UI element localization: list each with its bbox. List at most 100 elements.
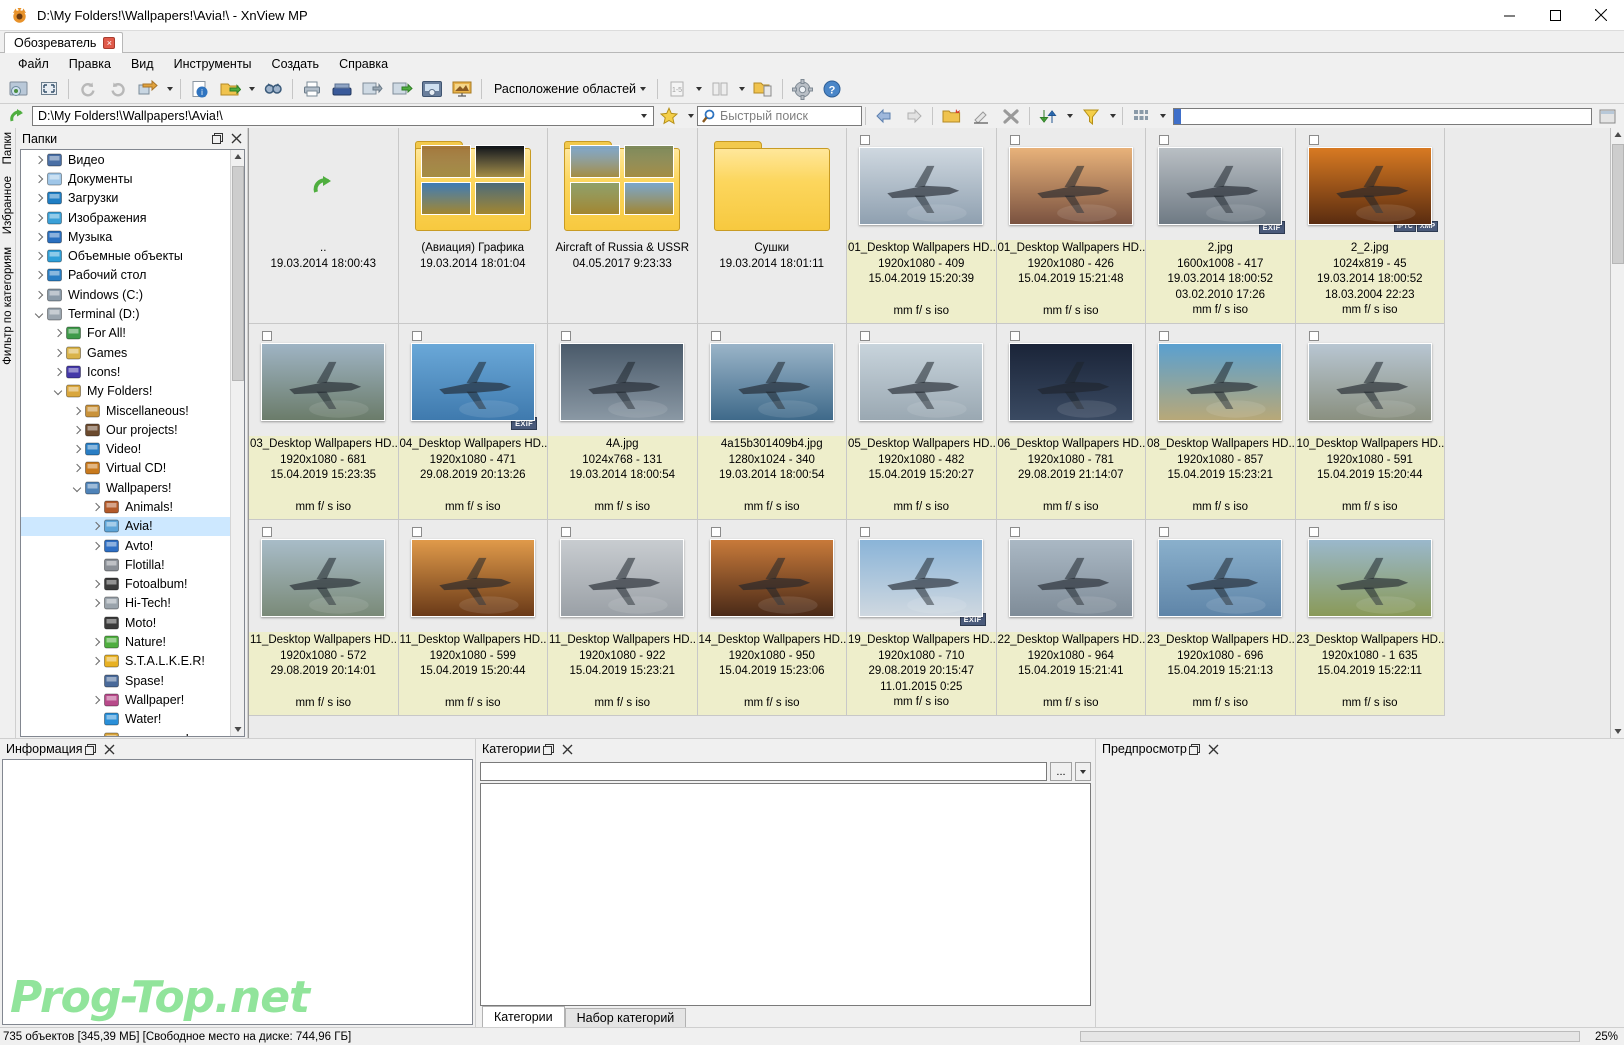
thumbnail-image[interactable]: [1308, 343, 1432, 421]
tree-item-www-zp-ua[interactable]: www.zp.ua!: [21, 729, 244, 736]
filter-icon[interactable]: [1076, 103, 1106, 129]
tree-item-my-folders[interactable]: My Folders!: [21, 382, 244, 401]
chevron-right-icon[interactable]: [69, 401, 84, 420]
star-icon[interactable]: [654, 103, 684, 129]
float-icon[interactable]: [1187, 741, 1203, 757]
chevron-right-icon[interactable]: [31, 150, 46, 169]
scroll-down-icon[interactable]: [1611, 724, 1624, 738]
tree-item-virtual-cd[interactable]: Virtual CD!: [21, 459, 244, 478]
folder-cell[interactable]: Aircraft of Russia & USSR04.05.2017 9:23…: [548, 128, 698, 324]
settings-icon[interactable]: [787, 76, 817, 102]
screen-capture-icon[interactable]: [417, 76, 447, 102]
zoom-slider[interactable]: [1173, 108, 1592, 125]
chevron-right-icon[interactable]: [88, 497, 103, 516]
thumbnail-cell[interactable]: 03_Desktop Wallpapers HD..1920x1080 - 68…: [249, 324, 399, 520]
zoom-slider-handle[interactable]: [1174, 109, 1181, 124]
close-icon[interactable]: [1206, 741, 1222, 757]
chevron-right-icon[interactable]: [31, 247, 46, 266]
thumbnail-cell[interactable]: 4a15b301409b4.jpg1280x1024 - 34019.03.20…: [698, 324, 848, 520]
menu-edit[interactable]: Правка: [59, 55, 121, 73]
vtab-favorites[interactable]: Избранное: [2, 176, 14, 234]
thumbnail-image[interactable]: [560, 539, 684, 617]
favorites-dropdown-icon[interactable]: [684, 103, 697, 129]
thumbnail-image[interactable]: [1158, 147, 1282, 225]
parent-folder-icon[interactable]: [312, 174, 334, 199]
thumbnail-cell[interactable]: 01_Desktop Wallpapers HD..1920x1080 - 40…: [847, 128, 997, 324]
thumbnail-image[interactable]: [261, 343, 385, 421]
chevron-right-icon[interactable]: [50, 343, 65, 362]
rotate-right-icon[interactable]: [103, 76, 133, 102]
tree-item-[interactable]: Изображения: [21, 208, 244, 227]
thumbnail-cell[interactable]: 05_Desktop Wallpapers HD..1920x1080 - 48…: [847, 324, 997, 520]
address-dropdown-icon[interactable]: [636, 107, 651, 125]
fullscreen-icon[interactable]: [34, 76, 64, 102]
tree-item-[interactable]: Рабочий стол: [21, 266, 244, 285]
float-icon[interactable]: [83, 741, 99, 757]
help-icon[interactable]: ?: [817, 76, 847, 102]
tree-item-s-t-a-l-k-e-r[interactable]: S.T.A.L.K.E.R!: [21, 652, 244, 671]
thumbnail-cell[interactable]: 10_Desktop Wallpapers HD..1920x1080 - 59…: [1296, 324, 1446, 520]
folder-icon[interactable]: [415, 139, 531, 233]
thumbnail-cell[interactable]: 11_Desktop Wallpapers HD..1920x1080 - 59…: [399, 520, 549, 716]
back-arrow-icon[interactable]: [869, 103, 899, 129]
thumbnail-cell[interactable]: 01_Desktop Wallpapers HD..1920x1080 - 42…: [997, 128, 1147, 324]
menu-view[interactable]: Вид: [121, 55, 164, 73]
thumbnail-image[interactable]: [1009, 343, 1133, 421]
folder-icon[interactable]: [714, 139, 830, 233]
folder-cell[interactable]: Сушки19.03.2014 18:01:11: [698, 128, 848, 324]
thumbnail-cell[interactable]: 23_Desktop Wallpapers HD..1920x1080 - 69…: [1146, 520, 1296, 716]
thumbnail-cell[interactable]: EXIF2.jpg1600x1008 - 41719.03.2014 18:00…: [1146, 128, 1296, 324]
numbering-dropdown-icon[interactable]: [692, 76, 705, 102]
sort-dropdown-icon[interactable]: [1063, 103, 1076, 129]
tree-item-water[interactable]: Water!: [21, 710, 244, 729]
numbering-icon[interactable]: 1-5: [662, 76, 692, 102]
tree-item-miscellaneous[interactable]: Miscellaneous!: [21, 401, 244, 420]
tab-categories[interactable]: Категории: [482, 1006, 565, 1027]
new-folder-icon[interactable]: [936, 103, 966, 129]
export-icon[interactable]: [357, 76, 387, 102]
tree-item-avia[interactable]: Avia!: [21, 517, 244, 536]
thumbnail-image[interactable]: [1009, 147, 1133, 225]
chevron-right-icon[interactable]: [88, 517, 103, 536]
tree-item-animals[interactable]: Animals!: [21, 497, 244, 516]
chevron-right-icon[interactable]: [69, 420, 84, 439]
catalog-icon[interactable]: [705, 76, 735, 102]
up-folder-icon[interactable]: [2, 103, 32, 129]
scroll-down-icon[interactable]: [231, 722, 245, 736]
thumbnail-image[interactable]: [1308, 539, 1432, 617]
tree-item-wallpapers[interactable]: Wallpapers!: [21, 478, 244, 497]
thumbnail-grid[interactable]: ..19.03.2014 18:00:43(Авиация) Графика19…: [249, 128, 1624, 716]
thumbnail-image[interactable]: [859, 343, 983, 421]
tree-item-terminal-d[interactable]: Terminal (D:): [21, 304, 244, 323]
filter-dropdown-icon[interactable]: [1106, 103, 1119, 129]
folder-cell[interactable]: (Авиация) Графика19.03.2014 18:01:04: [399, 128, 549, 324]
batch-convert-icon[interactable]: [215, 76, 245, 102]
thumbnail-cell[interactable]: 14_Desktop Wallpapers HD..1920x1080 - 95…: [698, 520, 848, 716]
tree-item-our-projects[interactable]: Our projects!: [21, 420, 244, 439]
print-icon[interactable]: [297, 76, 327, 102]
view-mode-icon[interactable]: [1126, 103, 1156, 129]
folder-cell[interactable]: ..19.03.2014 18:00:43: [249, 128, 399, 324]
category-search-input[interactable]: [480, 762, 1047, 781]
thumbnail-cell[interactable]: 11_Desktop Wallpapers HD..1920x1080 - 57…: [249, 520, 399, 716]
chevron-right-icon[interactable]: [88, 633, 103, 652]
chevron-right-icon[interactable]: [31, 208, 46, 227]
thumbnail-cell[interactable]: 22_Desktop Wallpapers HD..1920x1080 - 96…: [997, 520, 1147, 716]
tree-item-wallpaper[interactable]: Wallpaper!: [21, 690, 244, 709]
chevron-right-icon[interactable]: [31, 227, 46, 246]
vtab-folders[interactable]: Папки: [2, 132, 14, 164]
tree-item-[interactable]: Музыка: [21, 227, 244, 246]
menu-tools[interactable]: Инструменты: [164, 55, 262, 73]
chevron-right-icon[interactable]: [69, 440, 84, 459]
find-icon[interactable]: [258, 76, 288, 102]
info-icon[interactable]: i: [185, 76, 215, 102]
chevron-right-icon[interactable]: [88, 690, 103, 709]
menu-file[interactable]: Файл: [8, 55, 59, 73]
tree-item-avto[interactable]: Avto!: [21, 536, 244, 555]
tree-item-[interactable]: Документы: [21, 169, 244, 188]
thumbnail-image[interactable]: [560, 343, 684, 421]
tree-item-games[interactable]: Games: [21, 343, 244, 362]
thumbnail-image[interactable]: [411, 539, 535, 617]
thumbnail-cell[interactable]: 4A.jpg1024x768 - 13119.03.2014 18:00:54m…: [548, 324, 698, 520]
import-icon[interactable]: [387, 76, 417, 102]
